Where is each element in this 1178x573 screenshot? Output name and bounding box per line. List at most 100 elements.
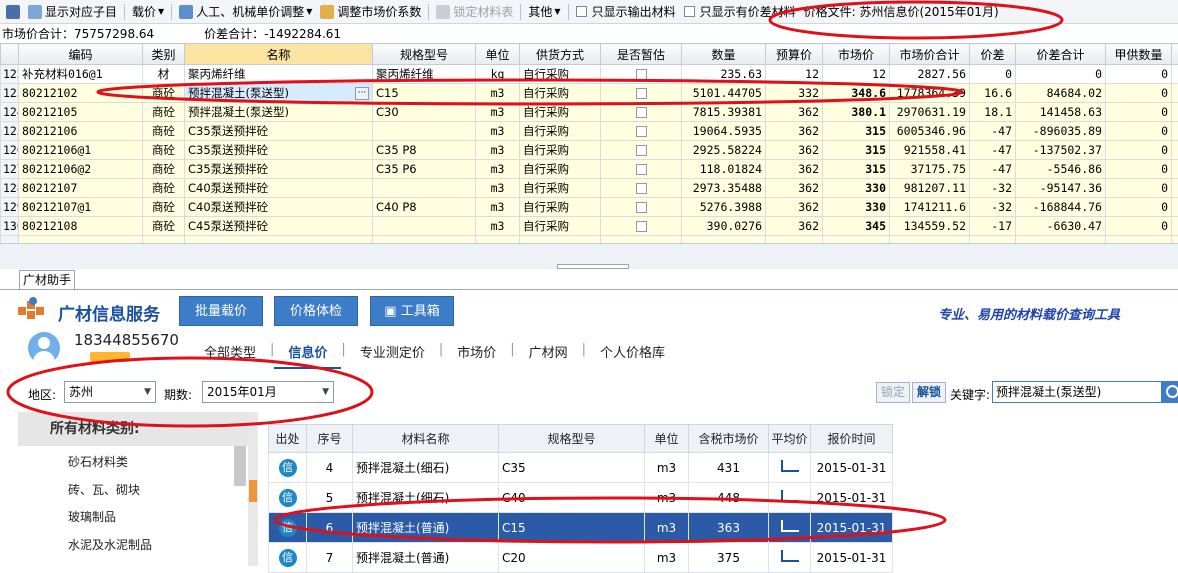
cell-category[interactable] [143, 236, 185, 244]
cell-market-price[interactable]: 12 [823, 65, 890, 84]
col-header-market-more[interactable]: 市场 [1172, 44, 1178, 65]
cell-diff-total[interactable]: 0 [1016, 65, 1106, 84]
cell-supply[interactable]: 自行采购 [520, 217, 601, 236]
cell-category[interactable]: 商砼 [143, 141, 185, 160]
lock-table-button[interactable]: 锁定材料表 [432, 2, 517, 22]
cell-name[interactable]: C40泵送预拌砼 [185, 198, 373, 217]
cell-category[interactable]: 商砼 [143, 84, 185, 103]
cell-market-more[interactable] [1172, 103, 1178, 122]
grid-row[interactable]: 127 80212106@2 商砼 C35泵送预拌砼 C35 P6 m3 自行采… [1, 160, 1178, 179]
cell-unit[interactable]: kg [476, 65, 520, 84]
result-row[interactable]: 信 4 预拌混凝土(细石) C35 m3 431 2015-01-31 [269, 453, 893, 483]
sidebar-collapse-button[interactable] [248, 412, 258, 566]
cell-spec[interactable] [373, 179, 476, 198]
cell-estimate[interactable] [601, 141, 682, 160]
cell-diff[interactable]: 0 [970, 65, 1016, 84]
cell-budget-price[interactable]: 362 [766, 179, 823, 198]
cell-category[interactable]: 商砼 [143, 179, 185, 198]
col-header-unit[interactable]: 单位 [645, 425, 689, 453]
col-header-code[interactable]: 编码 [19, 44, 143, 65]
cell-quantity[interactable] [682, 236, 766, 244]
col-header-source[interactable]: 出处 [269, 425, 307, 453]
cell-quantity[interactable]: 5101.44705 [682, 84, 766, 103]
cell-average[interactable] [769, 483, 811, 513]
cell-code[interactable]: 80212106 [19, 122, 143, 141]
cell-diff[interactable]: -47 [970, 141, 1016, 160]
cell-supply[interactable]: 自行采购 [520, 198, 601, 217]
cell-owner-supply[interactable] [1106, 236, 1172, 244]
cell-diff-total[interactable]: -137502.37 [1016, 141, 1106, 160]
cell-supply[interactable]: 自行采购 [520, 65, 601, 84]
cell-average[interactable] [769, 513, 811, 543]
cell-spec[interactable]: C15 [373, 84, 476, 103]
col-header-diff[interactable]: 价差 [970, 44, 1016, 65]
col-header-supply[interactable]: 供货方式 [520, 44, 601, 65]
cell-spec[interactable]: C30 [373, 103, 476, 122]
cell-category[interactable]: 商砼 [143, 103, 185, 122]
ellipsis-button[interactable]: ··· [355, 87, 369, 100]
cell-estimate[interactable] [601, 160, 682, 179]
cell-market-price[interactable]: 315 [823, 141, 890, 160]
checkbox-icon[interactable] [636, 164, 647, 175]
col-header-quantity[interactable]: 数量 [682, 44, 766, 65]
cell-budget-price[interactable] [766, 236, 823, 244]
cell-owner-supply[interactable]: 0 [1106, 179, 1172, 198]
tab-all-types[interactable]: 全部类型 [190, 342, 270, 369]
cell-diff[interactable] [970, 236, 1016, 244]
cell-name-editing[interactable]: 预拌混凝土(泵送型)··· [185, 84, 373, 103]
cell-quantity[interactable]: 390.0276 [682, 217, 766, 236]
toolbox-button[interactable]: ▣ 工具箱 [370, 296, 454, 326]
cell-supply[interactable]: 自行采购 [520, 103, 601, 122]
cell-budget-price[interactable]: 332 [766, 84, 823, 103]
cell-estimate[interactable] [601, 84, 682, 103]
cell-category[interactable]: 商砼 [143, 217, 185, 236]
cell-code[interactable]: 80212106@2 [19, 160, 143, 179]
cell-unit[interactable] [476, 236, 520, 244]
cell-spec[interactable] [373, 122, 476, 141]
cell-owner-supply[interactable]: 0 [1106, 65, 1172, 84]
cell-category[interactable]: 商砼 [143, 122, 185, 141]
col-header-diff-total[interactable]: 价差合计 [1016, 44, 1106, 65]
cell-name[interactable]: C40泵送预拌砼 [185, 179, 373, 198]
cell-diff[interactable]: -32 [970, 179, 1016, 198]
cell-name[interactable]: C35泵送预拌砼 [185, 141, 373, 160]
tab-info-price[interactable]: 信息价 [274, 342, 341, 369]
cell-owner-supply[interactable]: 0 [1106, 141, 1172, 160]
cell-quantity[interactable]: 2925.58224 [682, 141, 766, 160]
cell-diff[interactable]: -47 [970, 122, 1016, 141]
cell-market-total[interactable]: 2970631.19 [890, 103, 970, 122]
panel-splitter[interactable] [0, 243, 1178, 269]
adjust-market-coef-button[interactable]: 调整市场价系数 [316, 2, 425, 22]
cell-estimate[interactable] [601, 122, 682, 141]
col-header-category[interactable]: 类别 [143, 44, 185, 65]
col-header-name[interactable]: 名称 [185, 44, 373, 65]
grid-row-selected[interactable]: 123 80212102 商砼 预拌混凝土(泵送型)··· C15 m3 自行采… [1, 84, 1178, 103]
cell-market-more[interactable] [1172, 179, 1178, 198]
cell-code[interactable] [19, 236, 143, 244]
cell-quantity[interactable]: 5276.3988 [682, 198, 766, 217]
grid-row[interactable]: 128 80212107 商砼 C40泵送预拌砼 m3 自行采购 2973.35… [1, 179, 1178, 198]
cell-budget-price[interactable]: 362 [766, 141, 823, 160]
cell-name[interactable]: 预拌混凝土(泵送型) [185, 103, 373, 122]
tab-professional-price[interactable]: 专业测定价 [346, 342, 439, 369]
cell-owner-supply[interactable]: 0 [1106, 122, 1172, 141]
cell-estimate[interactable] [601, 103, 682, 122]
cell-market-total[interactable]: 1778364.39 [890, 84, 970, 103]
grid-row[interactable]: 129 80212107@1 商砼 C40泵送预拌砼 C40 P8 m3 自行采… [1, 198, 1178, 217]
result-row[interactable]: 信 5 预拌混凝土(细石) C40 m3 448 2015-01-31 [269, 483, 893, 513]
cell-market-price[interactable]: 345 [823, 217, 890, 236]
col-header-average-price[interactable]: 平均价 [769, 425, 811, 453]
result-row-selected[interactable]: 信 6 预拌混凝土(普通) C15 m3 363 2015-01-31 [269, 513, 893, 543]
cell-owner-supply[interactable]: 0 [1106, 217, 1172, 236]
cell-quantity[interactable]: 2973.35488 [682, 179, 766, 198]
splitter-grip[interactable] [557, 264, 629, 269]
col-header-quote-time[interactable]: 报价时间 [811, 425, 893, 453]
checkbox-icon[interactable] [636, 69, 647, 80]
period-select[interactable]: 2015年01月▼ [202, 381, 334, 403]
cell-market-more[interactable] [1172, 84, 1178, 103]
cell-spec[interactable]: C35 P6 [373, 160, 476, 179]
category-item[interactable]: 水泥及水泥制品 [68, 536, 152, 553]
cell-quantity[interactable]: 118.01824 [682, 160, 766, 179]
grid-row-partial[interactable] [1, 236, 1178, 244]
cell-market-more[interactable] [1172, 236, 1178, 244]
